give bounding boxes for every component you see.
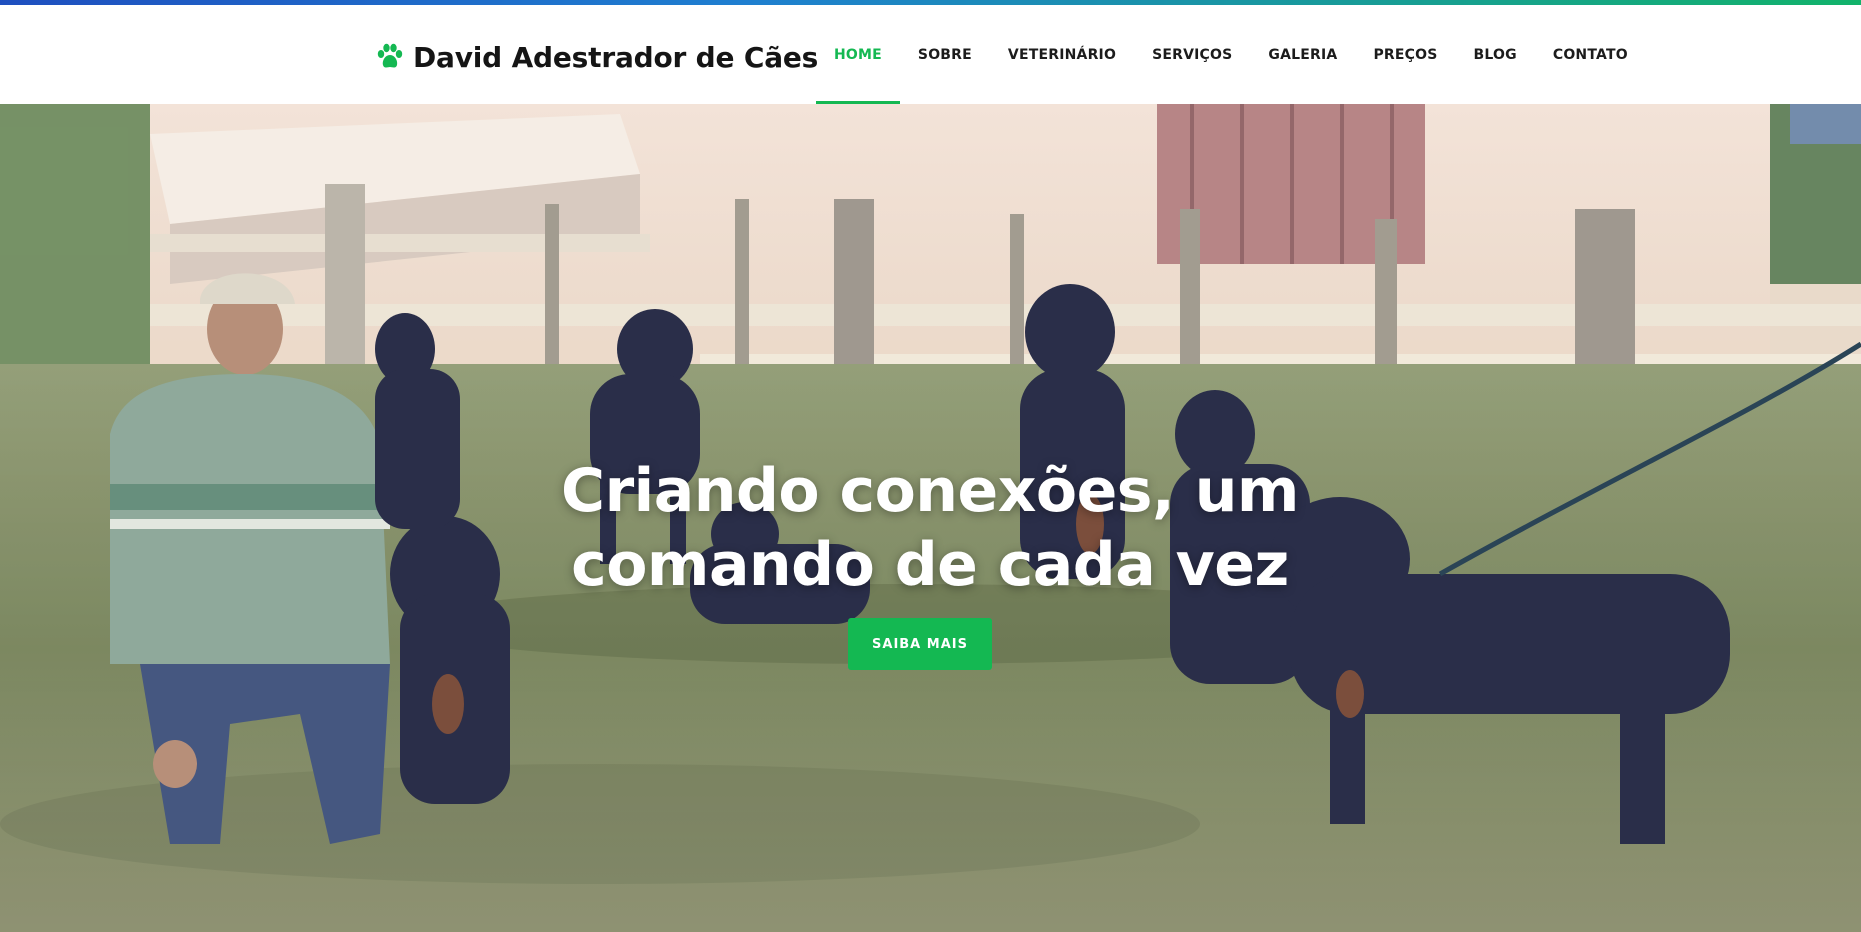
hero-section: Criando conexões, um comando de cada vez…	[0, 104, 1861, 932]
nav-item-blog[interactable]: BLOG	[1456, 5, 1535, 104]
nav-item-sobre[interactable]: SOBRE	[900, 5, 990, 104]
paw-icon	[377, 43, 403, 68]
nav-item-home[interactable]: HOME	[816, 5, 900, 104]
hero-headline-line-2: comando de cada vez	[571, 530, 1289, 600]
saiba-mais-button[interactable]: SAIBA MAIS	[848, 618, 992, 670]
hero-headline: Criando conexões, um comando de cada vez	[430, 454, 1430, 602]
nav-item-precos[interactable]: PREÇOS	[1355, 5, 1455, 104]
main-navigation: HOME SOBRE VETERINÁRIO SERVIÇOS GALERIA …	[816, 5, 1646, 104]
nav-item-galeria[interactable]: GALERIA	[1250, 5, 1355, 104]
nav-item-servicos[interactable]: SERVIÇOS	[1134, 5, 1250, 104]
site-header: David Adestrador de Cães HOME SOBRE VETE…	[0, 5, 1861, 104]
brand-logo-link[interactable]: David Adestrador de Cães	[375, 37, 818, 77]
nav-item-veterinario[interactable]: VETERINÁRIO	[990, 5, 1134, 104]
brand-title: David Adestrador de Cães	[413, 40, 819, 74]
hero-headline-line-1: Criando conexões, um	[561, 456, 1299, 526]
nav-item-contato[interactable]: CONTATO	[1535, 5, 1646, 104]
